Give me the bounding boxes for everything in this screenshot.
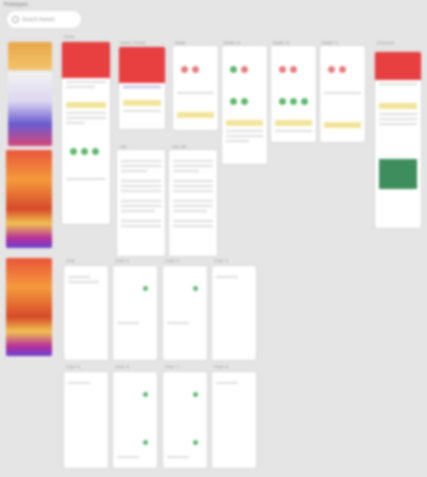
- frame-label: Detail: [175, 40, 186, 45]
- page-title: Prototypes: [4, 2, 28, 8]
- frame-checkout[interactable]: [375, 52, 421, 228]
- frame-chat-8[interactable]: [212, 372, 256, 468]
- thumbnail-2[interactable]: [8, 72, 52, 146]
- frame-list-alt[interactable]: [169, 150, 217, 256]
- frame-label: Detail / C: [322, 40, 339, 45]
- frame-detail-b[interactable]: [271, 46, 316, 142]
- frame-label: Chat / 5: [66, 364, 81, 369]
- frame-label: Chat / 4: [214, 258, 229, 263]
- frame-home-promo[interactable]: [119, 47, 165, 129]
- frame-label: Home / Promo: [120, 40, 146, 45]
- frame-chat-7[interactable]: [163, 372, 207, 468]
- frame-list[interactable]: [117, 150, 165, 256]
- frame-label: Detail / B: [273, 40, 290, 45]
- frame-chat-5[interactable]: [64, 372, 108, 468]
- search-icon: [12, 16, 19, 23]
- frame-label: Home: [64, 34, 75, 39]
- thumbnail-3[interactable]: [6, 150, 52, 248]
- frame-label: Detail / A: [224, 40, 241, 45]
- frame-label: Chat: [66, 258, 75, 263]
- thumbnail-4[interactable]: [6, 258, 52, 356]
- frame-label: Chat / 2: [115, 258, 130, 263]
- frame-home[interactable]: [62, 42, 110, 224]
- search-placeholder: Search frames: [22, 16, 55, 23]
- frame-chat-2[interactable]: [113, 266, 157, 360]
- frame-label: List / Alt: [172, 144, 187, 149]
- frame-label: Chat / 3: [165, 258, 180, 263]
- frame-label: Chat / 8: [214, 364, 229, 369]
- search-input[interactable]: Search frames: [6, 10, 82, 29]
- frame-chat[interactable]: [64, 266, 108, 360]
- frame-chat-6[interactable]: [113, 372, 157, 468]
- frame-label: Chat / 6: [115, 364, 130, 369]
- frame-label: Chat / 7: [165, 364, 180, 369]
- frame-label: List: [120, 144, 127, 149]
- frame-detail-a[interactable]: [222, 46, 267, 164]
- frame-label: Checkout: [377, 40, 394, 45]
- frame-detail-c[interactable]: [320, 46, 365, 142]
- thumbnail-1[interactable]: [8, 42, 52, 70]
- frame-chat-4[interactable]: [212, 266, 256, 360]
- frame-detail[interactable]: [173, 46, 218, 130]
- frame-chat-3[interactable]: [163, 266, 207, 360]
